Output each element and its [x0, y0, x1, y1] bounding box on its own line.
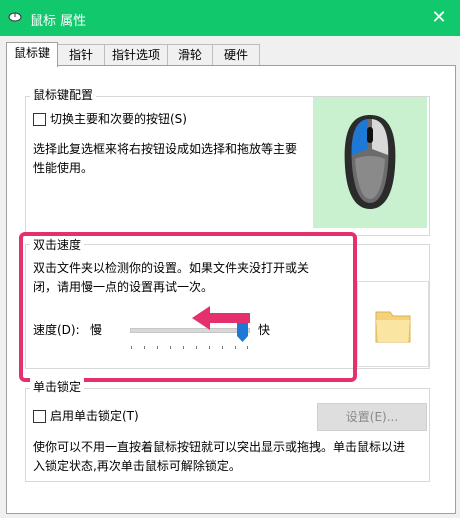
- window-title: 鼠标 属性: [30, 14, 87, 29]
- close-icon: ✕: [431, 7, 447, 28]
- mouse-preview: [313, 97, 427, 228]
- button-config-legend: 鼠标键配置: [30, 86, 97, 103]
- tab-pointers[interactable]: 指针: [57, 44, 105, 65]
- test-folder-area[interactable]: [357, 281, 429, 367]
- mouse-icon: [344, 115, 396, 209]
- button-config-description-1: 选择此复选框来将右按钮设成如选择和拖放等主要: [33, 142, 298, 156]
- tab-hardware[interactable]: 硬件: [212, 44, 260, 65]
- close-button[interactable]: ✕: [426, 6, 452, 30]
- click-lock-legend: 单击锁定: [30, 378, 85, 395]
- title-bar: 鼠标 属性 ✕: [0, 0, 460, 36]
- tab-wheel[interactable]: 滑轮: [167, 44, 213, 65]
- mouse-app-icon: [8, 12, 22, 22]
- tab-buttons[interactable]: 鼠标键: [6, 42, 58, 67]
- swap-buttons-label[interactable]: 切换主要和次要的按钮(S): [50, 109, 187, 129]
- button-config-description-2: 性能使用。: [33, 161, 94, 175]
- click-lock-description-1: 使你可以不用一直按着鼠标按钮就可以突出显示或拖拽。单击鼠标以进: [33, 440, 406, 454]
- pointer-arrow-icon: [192, 306, 250, 330]
- click-lock-settings-button[interactable]: 设置(E)...: [317, 403, 427, 431]
- click-lock-description-2: 入锁定状态,再次单击鼠标可解除锁定。: [33, 459, 241, 473]
- highlight-frame: [19, 232, 357, 382]
- swap-buttons-checkbox[interactable]: [33, 113, 46, 126]
- click-lock-checkbox[interactable]: [33, 410, 46, 423]
- tab-pointer-options[interactable]: 指针选项: [104, 44, 168, 65]
- folder-icon: [375, 311, 411, 343]
- click-lock-label[interactable]: 启用单击锁定(T): [50, 406, 139, 426]
